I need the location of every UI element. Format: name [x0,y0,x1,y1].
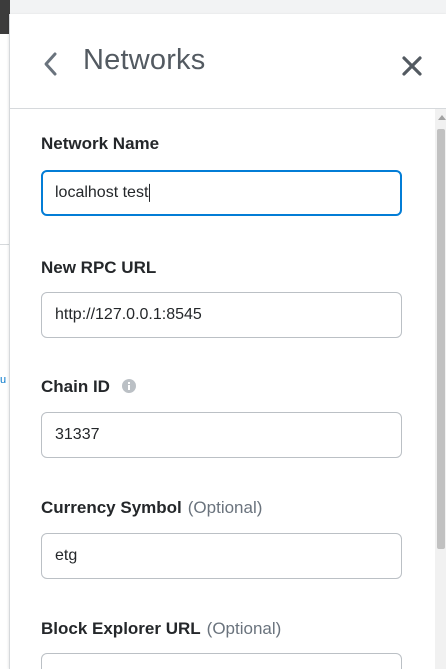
background-glyph: u [0,374,7,386]
currency-symbol-label-text: Currency Symbol [41,498,182,517]
block-explorer-input[interactable] [41,653,402,669]
network-name-value: localhost test [55,184,149,202]
top-band [0,0,446,14]
currency-symbol-value: etg [55,547,78,564]
rpc-url-label: New RPC URL [41,258,156,278]
block-explorer-optional: (Optional) [206,619,282,638]
chain-id-label: Chain ID [41,377,136,397]
panel-header: Networks [10,14,446,109]
network-name-label-text: Network Name [41,134,160,153]
currency-symbol-input[interactable]: etg [41,533,402,579]
text-caret [149,183,151,202]
network-name-input[interactable]: localhost test [41,170,402,216]
chain-id-input[interactable]: 31337 [41,412,402,458]
scroll-up-arrow-icon[interactable] [438,115,446,120]
networks-panel: Networks Network Name localhost test New… [9,14,446,669]
block-explorer-label: Block Explorer URL (Optional) [41,619,281,639]
rpc-url-label-text: New RPC URL [41,258,157,277]
chain-id-label-text: Chain ID [41,377,110,396]
currency-symbol-optional: (Optional) [187,498,263,517]
close-icon[interactable] [400,54,424,78]
page: u Networks Network Name localhost test N… [0,0,446,669]
chain-id-value: 31337 [55,426,100,443]
info-icon[interactable] [121,379,136,394]
rpc-url-value: http://127.0.0.1:8545 [55,306,202,323]
scroll-thumb[interactable] [437,129,445,549]
scrollbar[interactable] [435,109,446,669]
network-name-value-wrap: localhost test [55,183,151,202]
page-title: Networks [83,44,206,76]
currency-symbol-label: Currency Symbol (Optional) [41,498,262,518]
block-explorer-label-text: Block Explorer URL [41,619,201,638]
chevron-left-icon[interactable] [40,50,62,78]
network-name-label: Network Name [41,134,159,154]
rpc-url-input[interactable]: http://127.0.0.1:8545 [41,292,402,338]
